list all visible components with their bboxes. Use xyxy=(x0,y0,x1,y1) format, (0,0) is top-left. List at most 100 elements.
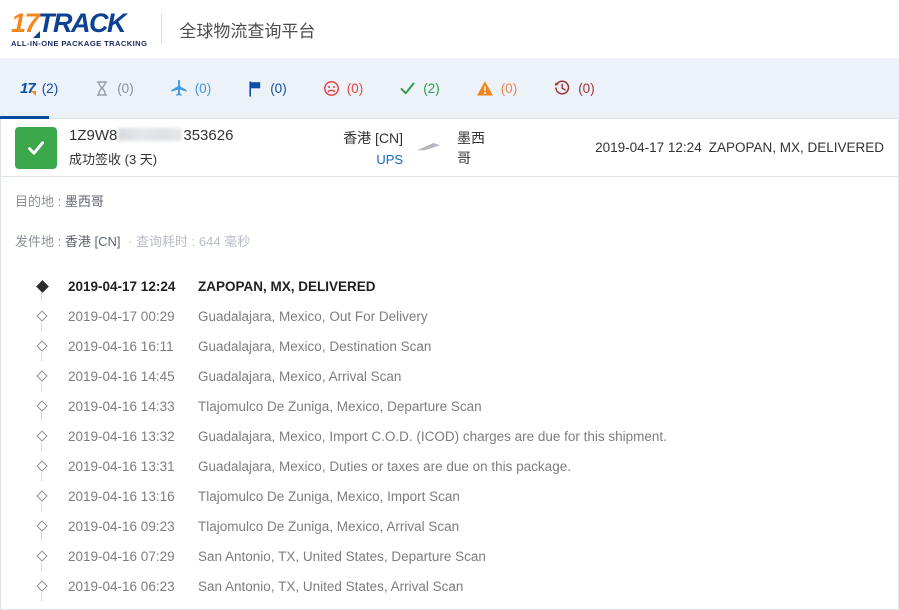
tab-count: (0) xyxy=(346,80,364,96)
latest-event-desc: ZAPOPAN, MX, DELIVERED xyxy=(708,140,884,155)
tab-count: (0) xyxy=(117,80,134,96)
package-details: 目的地 : 墨西哥 发件地 : 香港 [CN] · 查询耗时 : 644 毫秒 xyxy=(1,177,898,250)
timeline-diamond-icon xyxy=(36,490,48,502)
timeline-row: 2019-04-16 13:16 Tlajomulco De Zuniga, M… xyxy=(1,481,898,511)
header: 17 TRACK ALL-IN-ONE PACKAGE TRACKING 全球物流… xyxy=(0,0,899,58)
timeline-desc: San Antonio, TX, United States, Arrival … xyxy=(198,578,464,594)
timeline-time: 2019-04-16 13:32 xyxy=(68,428,175,444)
timeline-row: 2019-04-16 14:45 Guadalajara, Mexico, Ar… xyxy=(1,361,898,391)
timeline-row: 2019-04-16 13:32 Guadalajara, Mexico, Im… xyxy=(1,421,898,451)
timeline-row: 2019-04-17 00:29 Guadalajara, Mexico, Ou… xyxy=(1,301,898,331)
origin-name: 香港 [CN] xyxy=(343,130,404,146)
route-arrow-icon xyxy=(416,138,442,157)
delivered-check-icon xyxy=(15,126,57,169)
tab-delivered[interactable]: (2) xyxy=(381,58,458,118)
origin-value: 香港 [CN] xyxy=(64,234,121,249)
timeline-desc: ZAPOPAN, MX, DELIVERED xyxy=(198,278,376,294)
timeline-row: 2019-04-16 14:33 Tlajomulco De Zuniga, M… xyxy=(1,391,898,421)
logo-notch xyxy=(33,31,41,39)
timeline-desc: Tlajomulco De Zuniga, Mexico, Import Sca… xyxy=(198,488,460,504)
logo-17: 17 xyxy=(11,8,41,39)
tab-undelivered[interactable]: (0) xyxy=(305,58,382,118)
timeline-diamond-icon xyxy=(36,430,48,442)
status-tabbar: 17 (2) (0) (0) (0) (0) (2) (0) (0) xyxy=(0,58,899,119)
tab-count: (0) xyxy=(500,80,518,96)
package-status-text: 成功签收 (3 天) xyxy=(69,152,158,167)
timeline-desc: San Antonio, TX, United States, Departur… xyxy=(198,548,486,564)
timeline-desc: Guadalajara, Mexico, Destination Scan xyxy=(198,338,432,354)
logo-wordmark: 17 TRACK xyxy=(11,8,147,39)
tab-count: (0) xyxy=(270,80,287,96)
tab-count: (2) xyxy=(41,80,59,96)
content-panel: 1Z9W8 353626 成功签收 (3 天) 香港 [CN] UPS 墨西哥 2… xyxy=(0,119,899,610)
timeline-diamond-icon xyxy=(36,520,48,532)
timeline-time: 2019-04-16 13:16 xyxy=(68,488,175,504)
latest-event: 2019-04-17 12:24 ZAPOPAN, MX, DELIVERED xyxy=(595,140,884,155)
timeline-diamond-icon xyxy=(35,279,49,293)
timeline-time: 2019-04-17 00:29 xyxy=(68,308,175,324)
timeline-diamond-icon xyxy=(36,580,48,592)
tab-pending[interactable]: (0) xyxy=(76,58,152,118)
origin-label: 发件地 : xyxy=(15,234,62,249)
timeline-desc: Guadalajara, Mexico, Out For Delivery xyxy=(198,308,428,324)
tab-expired[interactable]: (0) xyxy=(535,58,613,118)
logo-tagline: ALL-IN-ONE PACKAGE TRACKING xyxy=(11,39,148,49)
timeline-row: 2019-04-16 06:23 San Antonio, TX, United… xyxy=(1,571,898,601)
timeline-diamond-icon xyxy=(36,340,48,352)
timeline-desc: Guadalajara, Mexico, Import C.O.D. (ICOD… xyxy=(198,428,667,444)
timeline-desc: Guadalajara, Mexico, Arrival Scan xyxy=(198,368,402,384)
flag-icon xyxy=(247,80,263,97)
destination-label: 目的地 : xyxy=(15,194,62,209)
timeline-time: 2019-04-16 14:33 xyxy=(68,398,175,414)
timeline-row: 2019-04-16 09:23 Tlajomulco De Zuniga, M… xyxy=(1,511,898,541)
timeline-list: 2019-04-17 12:24 ZAPOPAN, MX, DELIVERED … xyxy=(1,271,898,610)
origin-line: 发件地 : 香港 [CN] · 查询耗时 : 644 毫秒 xyxy=(15,231,884,250)
destination-value: 墨西哥 xyxy=(64,194,104,209)
timeline-time: 2019-04-16 07:29 xyxy=(68,548,175,564)
tab-count: (0) xyxy=(578,80,595,96)
timeline-diamond-icon xyxy=(36,310,48,322)
latest-event-time: 2019-04-17 12:24 xyxy=(595,140,702,155)
logo-track: TRACK xyxy=(38,8,127,39)
carrier-name[interactable]: UPS xyxy=(317,152,403,167)
seventeen-icon: 17 xyxy=(20,79,36,97)
17track-logo[interactable]: 17 TRACK ALL-IN-ONE PACKAGE TRACKING xyxy=(11,10,147,48)
timeline-time: 2019-04-16 14:45 xyxy=(68,368,175,384)
tracking-number: 1Z9W8 353626 xyxy=(69,127,234,144)
timeline-row: 2019-04-16 13:31 Guadalajara, Mexico, Du… xyxy=(1,451,898,481)
tab-alert[interactable]: (0) xyxy=(458,58,536,118)
hourglass-icon xyxy=(94,80,110,97)
timeline-diamond-icon xyxy=(36,550,48,562)
masked-digits xyxy=(118,128,183,141)
site-title: 全球物流查询平台 xyxy=(179,21,316,41)
tab-pick-up[interactable]: (0) xyxy=(229,58,305,118)
tab-count: (2) xyxy=(423,80,440,96)
tab-all[interactable]: 17 (2) xyxy=(0,58,76,119)
timeline-time: 2019-04-16 09:23 xyxy=(68,518,175,534)
timeline-row: 2019-04-16 04:49 Louisville, KY, United … xyxy=(1,601,898,610)
timeline-desc: Guadalajara, Mexico, Duties or taxes are… xyxy=(198,458,571,474)
destination-name: 墨西哥 xyxy=(457,129,486,166)
check-icon xyxy=(399,80,416,97)
history-icon xyxy=(553,79,571,97)
destination-line: 目的地 : 墨西哥 xyxy=(15,191,884,210)
timeline-row: 2019-04-16 16:11 Guadalajara, Mexico, De… xyxy=(1,331,898,361)
package-id-block: 1Z9W8 353626 成功签收 (3 天) xyxy=(69,127,317,168)
header-divider xyxy=(161,14,163,44)
package-summary-row[interactable]: 1Z9W8 353626 成功签收 (3 天) 香港 [CN] UPS 墨西哥 2… xyxy=(1,119,898,177)
origin-block: 香港 [CN] UPS xyxy=(317,128,403,167)
plane-icon xyxy=(170,79,188,97)
timeline-desc: Tlajomulco De Zuniga, Mexico, Arrival Sc… xyxy=(198,518,460,534)
sad-face-icon xyxy=(323,80,340,97)
query-time: · 查询耗时 : 644 毫秒 xyxy=(128,234,251,249)
timeline-row: 2019-04-17 12:24 ZAPOPAN, MX, DELIVERED xyxy=(1,271,898,301)
tab-in-transit[interactable]: (0) xyxy=(152,58,230,118)
timeline-diamond-icon xyxy=(36,400,48,412)
timeline-time: 2019-04-16 13:31 xyxy=(68,458,175,474)
tab-count: (0) xyxy=(194,80,212,96)
timeline-desc: Tlajomulco De Zuniga, Mexico, Departure … xyxy=(198,398,482,414)
warning-icon xyxy=(476,80,494,97)
timeline-time: 2019-04-17 12:24 xyxy=(68,278,176,294)
route-block: 香港 [CN] UPS 墨西哥 xyxy=(317,128,498,168)
timeline-row: 2019-04-16 07:29 San Antonio, TX, United… xyxy=(1,541,898,571)
